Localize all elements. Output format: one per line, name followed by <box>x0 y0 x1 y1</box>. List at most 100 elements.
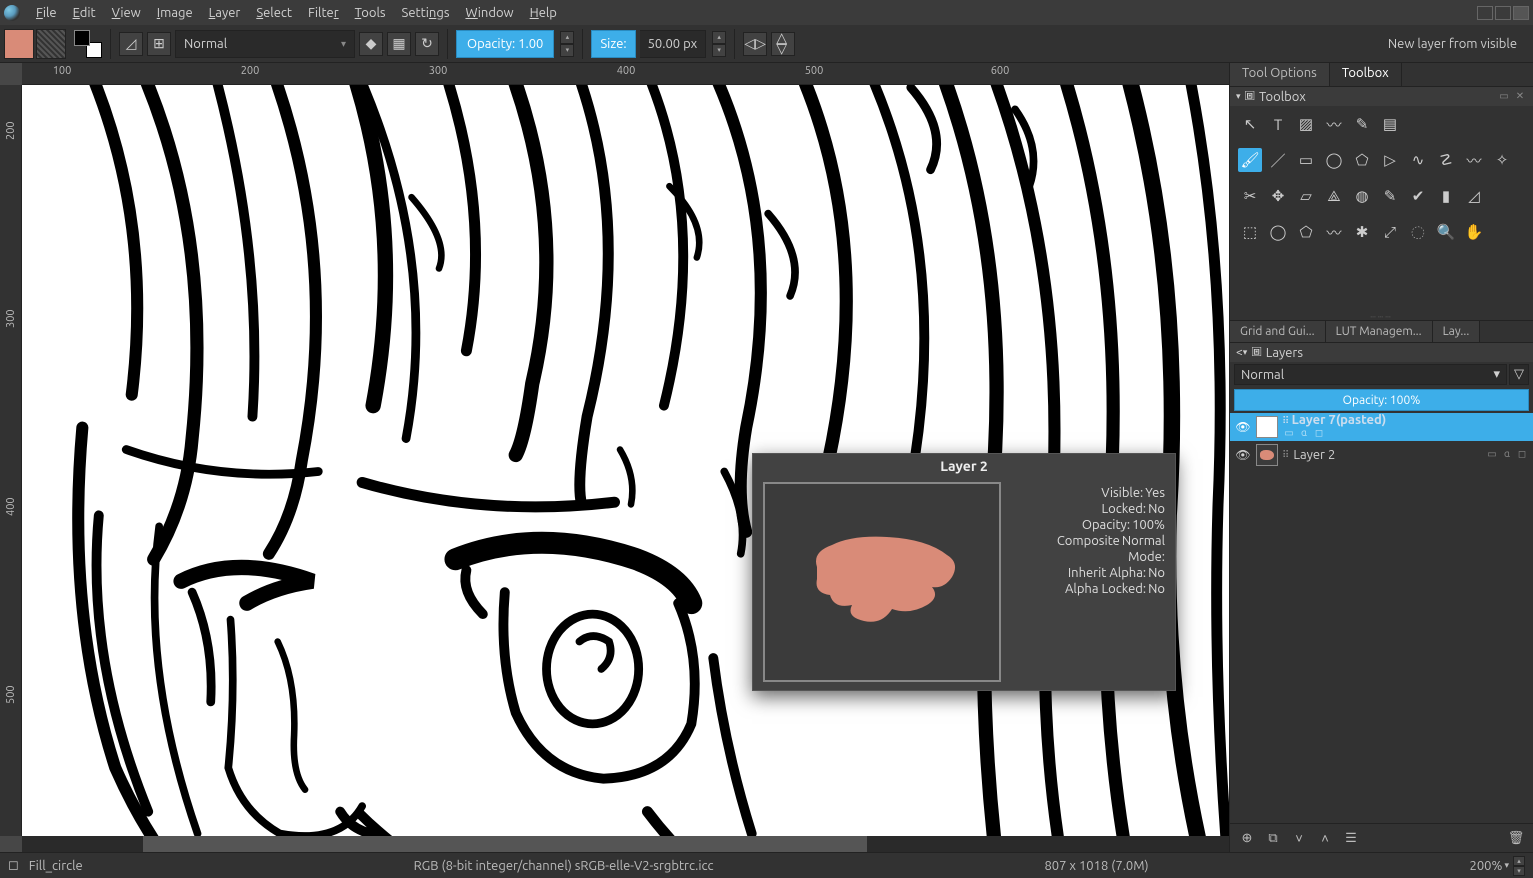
add-layer-icon[interactable]: ⊕ <box>1236 828 1258 848</box>
polygon-tool-icon[interactable]: ⬠ <box>1350 148 1374 172</box>
horizontal-scrollbar[interactable] <box>22 836 1229 852</box>
pencil-tool-icon[interactable]: ✎ <box>1350 112 1374 136</box>
color-picker-icon[interactable]: ✎ <box>1378 184 1402 208</box>
crop-tool-icon[interactable]: ✂ <box>1238 184 1262 208</box>
ruler-horizontal[interactable]: 100 200 300 400 500 600 <box>22 63 1229 85</box>
move-down-icon[interactable]: ˅ <box>1288 828 1310 848</box>
menu-edit[interactable]: Edit <box>65 3 104 23</box>
size-input[interactable]: 50.00 px <box>640 30 707 58</box>
menu-tools[interactable]: Tools <box>347 3 394 23</box>
alpha-lock-icon[interactable]: ▦ <box>387 32 411 56</box>
layer-alpha-icon[interactable]: α <box>1297 427 1311 441</box>
zoom-spinner[interactable]: ▴▾ <box>1513 856 1525 876</box>
perspective-tool-icon[interactable]: ▱ <box>1294 184 1318 208</box>
line-tool-icon[interactable]: ／ <box>1266 148 1290 172</box>
layer-lock-icon[interactable]: ◻ <box>1515 448 1529 462</box>
move-tool-icon[interactable]: ↖ <box>1238 112 1262 136</box>
layer-prop-icon[interactable]: ▭ <box>1485 448 1499 462</box>
mirror-vertical-icon[interactable]: ◁▷ <box>771 32 795 56</box>
layer-filter-icon[interactable]: ▽ <box>1509 364 1529 385</box>
polyline-tool-icon[interactable]: ▷ <box>1378 148 1402 172</box>
menu-select[interactable]: Select <box>248 3 300 23</box>
ruler-vertical[interactable]: 200 300 400 500 <box>0 85 22 836</box>
move-up-icon[interactable]: ˄ <box>1314 828 1336 848</box>
reload-preset-icon[interactable]: ↻ <box>415 32 439 56</box>
scrollbar-thumb[interactable] <box>143 836 867 852</box>
layer-row[interactable]: 👁 ✎ ⠿ Layer 7(pasted) ▭α◻ <box>1230 413 1533 441</box>
menu-settings[interactable]: Settings <box>394 3 458 23</box>
chevron-down-icon[interactable]: ▾ <box>1504 860 1509 871</box>
float-icon[interactable]: ▭ <box>1497 90 1511 104</box>
menu-window[interactable]: Window <box>457 3 521 23</box>
brush-settings-icon[interactable]: ⊞ <box>147 32 171 56</box>
similar-select-icon[interactable]: ⤢ <box>1378 220 1402 244</box>
tab-lut[interactable]: LUT Managem... <box>1326 321 1433 342</box>
menu-help[interactable]: Help <box>522 3 565 23</box>
ellipse-tool-icon[interactable]: ◯ <box>1322 148 1346 172</box>
pattern-swatch[interactable] <box>36 29 66 59</box>
multi-brush-icon[interactable]: ✧ <box>1490 148 1514 172</box>
measure-tool-icon[interactable]: ◿ <box>1462 184 1486 208</box>
layer-row[interactable]: 👁 ⠿ Layer 2 ▭α◻ <box>1230 441 1533 469</box>
calligraphy-icon[interactable]: 〰 <box>1322 112 1346 136</box>
workspace-icon[interactable] <box>1495 6 1511 20</box>
layer-properties-icon[interactable]: ☰ <box>1340 828 1362 848</box>
duplicate-layer-icon[interactable]: ⧉ <box>1262 828 1284 848</box>
opacity-spinner[interactable]: ▴▾ <box>560 31 574 57</box>
toolbox-header[interactable]: ▾ 🞖 Toolbox ▭ ✕ <box>1230 87 1533 106</box>
visibility-icon[interactable]: 👁 <box>1234 448 1252 462</box>
zoom-tool-icon[interactable]: 🔍 <box>1434 220 1458 244</box>
tab-layers[interactable]: Lay... <box>1433 321 1481 342</box>
contiguous-select-icon[interactable]: ✱ <box>1350 220 1374 244</box>
workspace-icon[interactable] <box>1477 6 1493 20</box>
brush-tool-icon[interactable]: 🖌 <box>1238 148 1262 172</box>
zoom-value[interactable]: 200% <box>1470 859 1503 873</box>
mirror-horizontal-icon[interactable]: ◁▷ <box>743 32 767 56</box>
foreground-gradient-swatch[interactable] <box>4 29 34 59</box>
menu-image[interactable]: Image <box>149 3 201 23</box>
menu-filter[interactable]: Filter <box>300 3 347 23</box>
pan-tool-icon[interactable]: ✋ <box>1462 220 1486 244</box>
tab-tool-options[interactable]: Tool Options <box>1230 63 1330 86</box>
collapse-icon[interactable]: ▾ <box>1236 91 1241 102</box>
pattern-tool-icon[interactable]: ▤ <box>1378 112 1402 136</box>
fg-bg-colors[interactable] <box>74 30 102 58</box>
smart-fill-icon[interactable]: ✔ <box>1406 184 1430 208</box>
deform-tool-icon[interactable]: ⟁ <box>1322 184 1346 208</box>
layer-lock-icon[interactable]: ◻ <box>1312 427 1326 441</box>
tab-grid[interactable]: Grid and Gui... <box>1230 321 1326 342</box>
polygon-select-icon[interactable]: ⬠ <box>1294 220 1318 244</box>
freehand-path-icon[interactable]: ☡ <box>1434 148 1458 172</box>
edit-shapes-icon[interactable]: ▨ <box>1294 112 1318 136</box>
layer-name[interactable]: Layer 7(pasted) <box>1292 413 1387 427</box>
freehand-select-icon[interactable]: 〰 <box>1322 220 1346 244</box>
opacity-slider[interactable]: Opacity: 1.00 <box>456 30 554 58</box>
workspace-switcher[interactable] <box>1477 6 1529 20</box>
rect-tool-icon[interactable]: ▭ <box>1294 148 1318 172</box>
text-tool-icon[interactable]: T <box>1266 112 1290 136</box>
eraser-toggle-icon[interactable]: ◆ <box>359 32 383 56</box>
layer-opacity-slider[interactable]: Opacity: 100% <box>1234 389 1529 411</box>
transform-tool-icon[interactable]: ✥ <box>1266 184 1290 208</box>
gradient-tool-icon[interactable]: ▮ <box>1434 184 1458 208</box>
bezier-select-icon[interactable]: ◌ <box>1406 220 1430 244</box>
brush-preset-icon[interactable]: ◿ <box>119 32 143 56</box>
layer-alpha-icon[interactable]: α <box>1500 448 1514 462</box>
layer-blend-combo[interactable]: Normal ▾ <box>1234 364 1507 385</box>
menu-file[interactable]: File <box>28 3 65 23</box>
delete-layer-icon[interactable]: 🗑 <box>1505 828 1527 848</box>
ellipse-select-icon[interactable]: ◯ <box>1266 220 1290 244</box>
fill-tool-icon[interactable]: ◍ <box>1350 184 1374 208</box>
size-spinner[interactable]: ▴▾ <box>712 31 726 57</box>
menu-layer[interactable]: Layer <box>201 3 249 23</box>
workspace-icon[interactable] <box>1513 6 1529 20</box>
visibility-icon[interactable]: 👁 <box>1234 420 1252 434</box>
close-icon[interactable]: ✕ <box>1513 90 1527 104</box>
tab-toolbox[interactable]: Toolbox <box>1330 63 1402 86</box>
collapse-icon[interactable]: ▾ <box>1243 347 1248 358</box>
layer-name[interactable]: Layer 2 <box>1293 448 1481 462</box>
layer-prop-icon[interactable]: ▭ <box>1282 427 1296 441</box>
dynamic-brush-icon[interactable]: 〰 <box>1462 148 1486 172</box>
layers-header[interactable]: < ▾ 🞖 Layers <box>1230 343 1533 362</box>
menu-view[interactable]: View <box>104 3 149 23</box>
